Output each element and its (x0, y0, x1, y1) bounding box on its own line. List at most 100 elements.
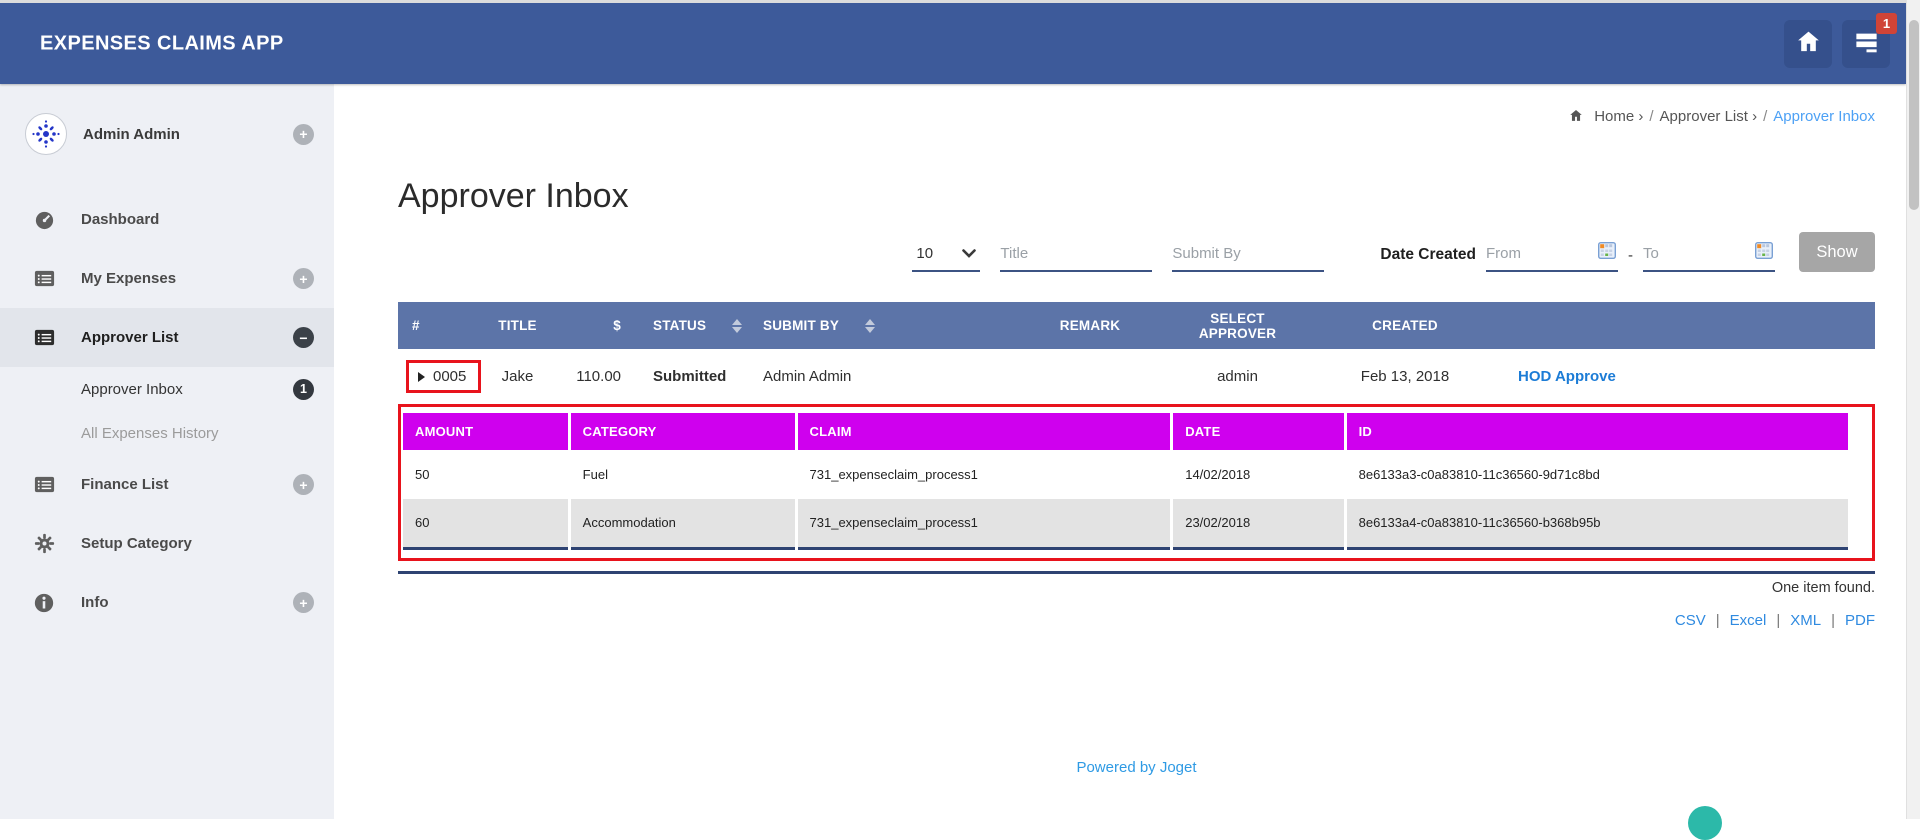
breadcrumb-home[interactable]: Home › (1594, 108, 1643, 125)
sidebar-item-info[interactable]: Info + (0, 573, 334, 632)
collapse-minus-icon[interactable]: − (293, 327, 314, 348)
breadcrumb-current[interactable]: Approver Inbox (1773, 108, 1875, 125)
row-remark-cell (1005, 349, 1175, 404)
row-amount-cell: 110.00 (565, 349, 645, 404)
row-approver-cell: admin (1175, 349, 1300, 404)
sidebar-item-approver-inbox[interactable]: Approver Inbox 1 (0, 367, 334, 411)
list-alt-icon (33, 473, 81, 496)
export-csv-link[interactable]: CSV (1675, 612, 1706, 629)
export-xml-link[interactable]: XML (1790, 612, 1821, 629)
detail-col-id: ID (1345, 413, 1848, 450)
export-links: CSV | Excel | XML | PDF (1674, 611, 1875, 629)
sidebar-item-finance-list[interactable]: Finance List + (0, 455, 334, 514)
show-button[interactable]: Show (1799, 232, 1875, 272)
col-header-select-approver: SELECT APPROVER (1175, 302, 1300, 349)
col-header-num: # (398, 302, 470, 349)
approver-inbox-table: # TITLE $ STATUS SUBMIT BY REMARK SELECT… (398, 302, 1875, 404)
chevron-down-icon (962, 248, 977, 258)
expense-detail-table: AMOUNT CATEGORY CLAIM DATE ID 50 Fuel 73… (403, 413, 1848, 550)
powered-by-link[interactable]: Powered by Joget (1076, 759, 1196, 776)
calendar-icon[interactable] (1597, 241, 1617, 264)
col-header-status[interactable]: STATUS (645, 302, 755, 349)
date-from-input[interactable] (1486, 235, 1586, 271)
detail-header-row: AMOUNT CATEGORY CLAIM DATE ID (403, 413, 1848, 450)
sidebar: Admin Admin + Dashboard My Expenses + Ap… (0, 84, 334, 819)
detail-col-date: DATE (1171, 413, 1347, 450)
breadcrumb-home-icon (1568, 108, 1594, 125)
export-pdf-link[interactable]: PDF (1845, 612, 1875, 629)
row-submit-by-cell: Admin Admin (755, 349, 1005, 404)
expand-plus-icon[interactable]: + (293, 268, 314, 289)
date-created-filter: Date Created - (1380, 235, 1775, 272)
title-filter-input[interactable] (1000, 236, 1153, 272)
breadcrumb-parent[interactable]: Approver List › (1660, 108, 1758, 125)
breadcrumb: Home › / Approver List › / Approver Inbox (398, 108, 1875, 125)
row-id-cell[interactable]: 0005 (398, 349, 482, 404)
row-action-cell: HOD Approve (1510, 349, 1875, 404)
row-status-cell: Submitted (645, 349, 755, 404)
sidebar-item-all-expenses-history[interactable]: All Expenses History (0, 411, 334, 455)
detail-col-amount: AMOUNT (403, 413, 571, 450)
notification-badge: 1 (1876, 12, 1897, 34)
hod-approve-link[interactable]: HOD Approve (1518, 368, 1616, 385)
detail-col-category: CATEGORY (569, 413, 798, 450)
expand-plus-icon[interactable]: + (293, 592, 314, 613)
dashboard-gauge-icon (33, 208, 81, 231)
app-header: EXPENSES CLAIMS APP 1 (0, 3, 1906, 84)
browser-edge (0, 0, 1920, 3)
gear-icon (33, 532, 81, 555)
user-avatar (25, 113, 67, 155)
row-title-cell: Jake (470, 349, 565, 404)
col-header-submit-by[interactable]: SUBMIT BY (755, 302, 1005, 349)
vertical-scrollbar[interactable] (1906, 0, 1920, 819)
row-created-cell: Feb 13, 2018 (1300, 349, 1510, 404)
user-name: Admin Admin (83, 125, 180, 143)
table-header-row: # TITLE $ STATUS SUBMIT BY REMARK SELECT… (398, 302, 1875, 349)
table-row[interactable]: 0005 Jake 110.00 Submitted Admin Admin a… (398, 349, 1875, 404)
col-header-title: TITLE (470, 302, 565, 349)
header-actions: 1 (1784, 12, 1897, 68)
detail-col-claim: CLAIM (796, 413, 1174, 450)
user-expand-icon[interactable]: + (293, 123, 314, 145)
annotation-box-row-id[interactable]: 0005 (406, 360, 482, 393)
page-title: Approver Inbox (398, 177, 629, 215)
col-header-created: CREATED (1300, 302, 1510, 349)
detail-row: 50 Fuel 731_expenseclaim_process1 14/02/… (403, 450, 1848, 499)
info-icon (33, 592, 81, 614)
col-header-remark: REMARK (1005, 302, 1175, 349)
page-size-select[interactable]: 10 (912, 236, 981, 272)
sidebar-item-setup-category[interactable]: Setup Category (0, 514, 334, 573)
floating-chat-button[interactable] (1688, 806, 1722, 840)
col-header-action (1510, 302, 1875, 349)
scrollbar-thumb[interactable] (1909, 20, 1919, 210)
app-title: EXPENSES CLAIMS APP (40, 32, 284, 54)
sidebar-item-approver-list[interactable]: Approver List − (0, 308, 334, 367)
list-alt-icon (33, 326, 81, 349)
filter-bar: 10 Date Created - (398, 230, 1875, 272)
detail-row: 60 Accommodation 731_expenseclaim_proces… (403, 499, 1848, 548)
list-alt-icon (33, 267, 81, 290)
sidebar-item-dashboard[interactable]: Dashboard (0, 190, 334, 249)
submit-by-filter-input[interactable] (1172, 236, 1325, 272)
export-excel-link[interactable]: Excel (1730, 612, 1767, 629)
sort-arrows-icon[interactable] (732, 318, 743, 333)
expand-plus-icon[interactable]: + (293, 474, 314, 495)
sidebar-item-my-expenses[interactable]: My Expenses + (0, 249, 334, 308)
sidebar-user[interactable]: Admin Admin + (25, 112, 334, 156)
calendar-icon[interactable] (1754, 241, 1774, 264)
footer: Powered by Joget (398, 759, 1875, 776)
result-summary: One item found. (1771, 579, 1875, 596)
table-footer-divider (398, 570, 1875, 574)
inbox-button[interactable]: 1 (1842, 12, 1897, 68)
home-button[interactable] (1784, 19, 1832, 68)
inbox-list-icon (1853, 28, 1880, 60)
sort-arrows-icon[interactable] (865, 318, 876, 333)
annotation-box-detail-table: AMOUNT CATEGORY CLAIM DATE ID 50 Fuel 73… (398, 404, 1875, 561)
home-icon (1795, 28, 1822, 60)
main-content: Home › / Approver List › / Approver Inbox Ap… (334, 84, 1906, 819)
date-to-input[interactable] (1643, 235, 1743, 271)
expand-row-icon[interactable] (418, 371, 425, 382)
date-created-label: Date Created (1380, 246, 1476, 263)
col-header-amount: $ (565, 302, 645, 349)
approver-inbox-count-badge: 1 (293, 378, 314, 400)
